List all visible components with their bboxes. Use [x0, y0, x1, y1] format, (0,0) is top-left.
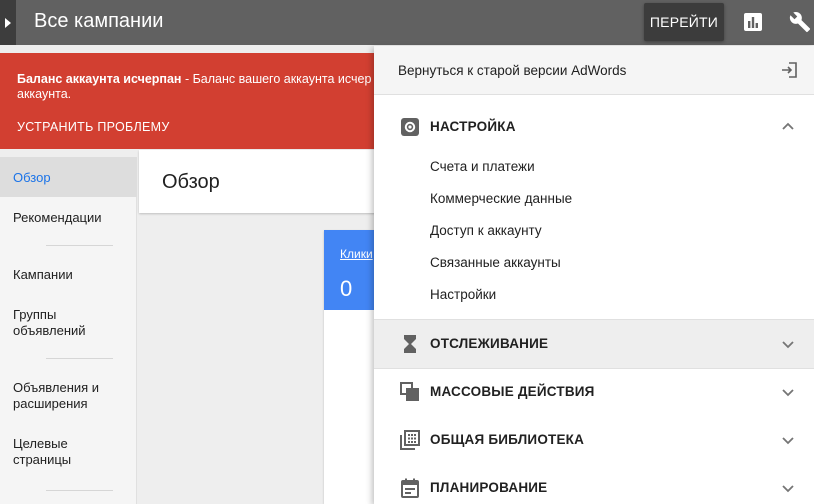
- section-bulk-actions[interactable]: МАССОВЫЕ ДЕЙСТВИЯ: [374, 368, 814, 416]
- chevron-up-icon: [782, 122, 794, 130]
- nav-divider: [46, 490, 113, 491]
- nav-item-landing-pages[interactable]: Целевые страницы: [0, 436, 137, 468]
- section-bulk-actions-title: МАССОВЫЕ ДЕЙСТВИЯ: [430, 384, 595, 399]
- section-measurement-title: ОТСЛЕЖИВАНИЕ: [430, 336, 549, 351]
- copy-icon: [399, 381, 421, 403]
- clicks-metric-label[interactable]: Клики: [340, 247, 373, 261]
- left-navigation: Обзор Рекомендации Кампании Группы объяв…: [0, 157, 137, 504]
- alert-body-line2: аккаунта.: [17, 87, 72, 101]
- section-planning-title: ПЛАНИРОВАНИЕ: [430, 480, 548, 495]
- library-icon: [399, 429, 421, 451]
- nav-item-ad-groups[interactable]: Группы объявлений: [0, 307, 137, 339]
- exit-icon: [782, 62, 797, 78]
- tools-dropdown-panel: Вернуться к старой версии AdWords НАСТРО…: [374, 46, 814, 504]
- section-measurement[interactable]: ОТСЛЕЖИВАНИЕ: [374, 320, 814, 368]
- overview-header: Обзор: [139, 150, 389, 213]
- hourglass-icon: [399, 333, 421, 355]
- nav-item-campaigns[interactable]: Кампании: [0, 267, 137, 283]
- nav-divider: [46, 245, 113, 246]
- page-title: Все кампании: [34, 10, 164, 32]
- reports-button[interactable]: [742, 11, 764, 33]
- menu-item-business-data[interactable]: Коммерческие данные: [430, 191, 572, 206]
- section-shared-library-title: ОБЩАЯ БИБЛИОТЕКА: [430, 432, 585, 447]
- alert-title: Баланс аккаунта исчерпан: [17, 72, 182, 86]
- section-planning[interactable]: ПЛАНИРОВАНИЕ: [374, 464, 814, 504]
- sidebar-expand-button[interactable]: [0, 0, 16, 45]
- chevron-down-icon: [782, 389, 794, 397]
- section-setup[interactable]: НАСТРОЙКА: [374, 103, 814, 151]
- alert-body: - Баланс вашего аккаунта исчер: [181, 72, 372, 86]
- overview-title: Обзор: [162, 171, 220, 193]
- nav-divider: [46, 358, 113, 359]
- account-alert-banner: Баланс аккаунта исчерпан - Баланс вашего…: [0, 53, 400, 149]
- tools-button[interactable]: [789, 11, 811, 33]
- calendar-icon: [399, 477, 421, 499]
- nav-item-overview[interactable]: Обзор: [0, 157, 137, 197]
- section-shared-library[interactable]: ОБЩАЯ БИБЛИОТЕКА: [374, 416, 814, 464]
- chevron-down-icon: [782, 341, 794, 349]
- expand-arrow-icon: [5, 17, 11, 28]
- gear-icon: [399, 116, 421, 138]
- fix-problem-link[interactable]: УСТРАНИТЬ ПРОБЛЕМУ: [17, 120, 170, 134]
- bar-chart-icon: [744, 13, 762, 31]
- wrench-icon: [789, 12, 811, 33]
- chevron-down-icon: [782, 485, 794, 493]
- nav-item-ads-extensions[interactable]: Объявления и расширения: [0, 380, 137, 412]
- section-setup-title: НАСТРОЙКА: [430, 119, 516, 134]
- clicks-metric-value: 0: [340, 276, 353, 301]
- chevron-down-icon: [782, 437, 794, 445]
- menu-item-account-access[interactable]: Доступ к аккаунту: [430, 223, 542, 238]
- nav-item-recommendations[interactable]: Рекомендации: [0, 210, 137, 226]
- top-bar: Все кампании ПЕРЕЙТИ: [0, 0, 814, 45]
- menu-item-settings[interactable]: Настройки: [430, 287, 496, 302]
- return-old-version-link[interactable]: Вернуться к старой версии AdWords: [374, 46, 814, 95]
- return-old-version-label: Вернуться к старой версии AdWords: [398, 63, 627, 78]
- goto-button[interactable]: ПЕРЕЙТИ: [644, 3, 724, 41]
- menu-item-linked-accounts[interactable]: Связанные аккаунты: [430, 255, 561, 270]
- menu-item-billing[interactable]: Счета и платежи: [430, 159, 535, 174]
- alert-message: Баланс аккаунта исчерпан - Баланс вашего…: [17, 72, 397, 102]
